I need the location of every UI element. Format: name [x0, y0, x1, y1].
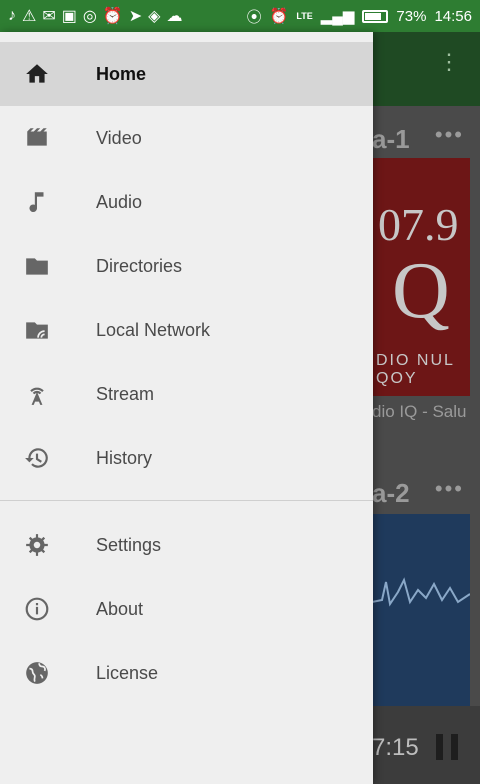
image-notification-icon: ▣: [61, 8, 77, 25]
player-time: 7:15: [372, 734, 419, 761]
nav-item-settings[interactable]: Settings: [0, 513, 373, 577]
nav-item-label: Stream: [96, 383, 155, 404]
station-card-1[interactable]: 07.9 Q DIO NUL QOY: [372, 158, 470, 396]
nav-item-label: History: [96, 447, 153, 468]
pause-icon[interactable]: [436, 734, 458, 760]
hotspot-icon: ⦿: [246, 8, 262, 26]
card-1-caption: dio IQ - Salu: [372, 402, 467, 421]
nav-item-label: Video: [96, 127, 142, 148]
card-1-subtitle: DIO NUL QOY: [376, 352, 455, 387]
nav-item-history[interactable]: History: [0, 426, 373, 490]
target-notification-icon: ◎: [82, 8, 97, 25]
overflow-menu-icon[interactable]: ⋮: [438, 51, 460, 73]
history-icon: [24, 445, 50, 471]
cloud-notification-icon: ☁: [166, 8, 183, 25]
section-1-title: a-1: [372, 124, 410, 154]
drawer-top-spacer: [0, 32, 373, 42]
section-2-more-icon[interactable]: •••: [435, 476, 464, 502]
card-2-waveform-graphic: [372, 577, 470, 607]
layers-notification-icon: ◈: [148, 8, 161, 25]
nav-item-label: Directories: [96, 255, 183, 276]
antenna-icon: [24, 381, 50, 407]
status-bar: ♪ ⚠ ✉ ▣ ◎ ⏰ ➤ ◈ ☁ ⦿ ⏰ LTE ▂▄▆ 73% 14:56: [0, 0, 480, 32]
nav-item-label: License: [96, 662, 159, 683]
nav-item-label: About: [96, 598, 144, 619]
navigation-drawer: Home Video Audio Directories Local Network St…: [0, 32, 373, 784]
drawer-divider: [0, 500, 373, 501]
globe-icon: [24, 660, 50, 686]
nav-item-label: Audio: [96, 191, 143, 212]
nav-item-label: Home: [96, 63, 147, 84]
card-1-frequency: 07.9: [378, 199, 459, 250]
alarm-icon: ⏰: [269, 8, 289, 25]
primary-nav-list: Home Video Audio Directories Local Network St…: [0, 42, 373, 490]
nav-item-audio[interactable]: Audio: [0, 170, 373, 234]
nav-item-stream[interactable]: Stream: [0, 362, 373, 426]
nav-item-video[interactable]: Video: [0, 106, 373, 170]
notification-icons: ♪ ⚠ ✉ ▣ ◎ ⏰ ➤ ◈ ☁: [8, 6, 182, 26]
folder-icon: [24, 253, 50, 279]
gear-icon: [24, 532, 50, 558]
video-icon: [24, 125, 50, 151]
card-1-logo-letter: Q: [392, 247, 450, 335]
section-2-title: a-2: [372, 478, 410, 508]
alarm-notification-icon: ⏰: [102, 8, 123, 25]
battery-percent: 73%: [396, 7, 427, 25]
info-icon: [24, 596, 50, 622]
mail-notification-icon: ✉: [42, 8, 56, 25]
section-1-more-icon[interactable]: •••: [435, 122, 464, 148]
telegram-notification-icon: ➤: [128, 8, 143, 25]
network-type: LTE: [296, 11, 313, 21]
signal-icon: ▂▄▆: [320, 8, 355, 25]
nav-item-home[interactable]: Home: [0, 42, 373, 106]
nav-item-directories[interactable]: Directories: [0, 234, 373, 298]
clock: 14:56: [434, 7, 472, 25]
network-folder-icon: [24, 317, 50, 343]
battery-icon: [362, 9, 389, 23]
music-notification-icon: ♪: [8, 7, 16, 24]
nav-item-local-network[interactable]: Local Network: [0, 298, 373, 362]
home-icon: [24, 61, 50, 87]
secondary-nav-list: Settings About License: [0, 513, 373, 705]
nav-item-about[interactable]: About: [0, 577, 373, 641]
station-card-2[interactable]: [372, 514, 470, 710]
nav-item-label: Settings: [96, 534, 162, 555]
music-note-icon: [24, 189, 50, 215]
warning-notification-icon: ⚠: [22, 8, 37, 25]
nav-item-label: Local Network: [96, 319, 211, 340]
nav-item-license[interactable]: License: [0, 641, 373, 705]
